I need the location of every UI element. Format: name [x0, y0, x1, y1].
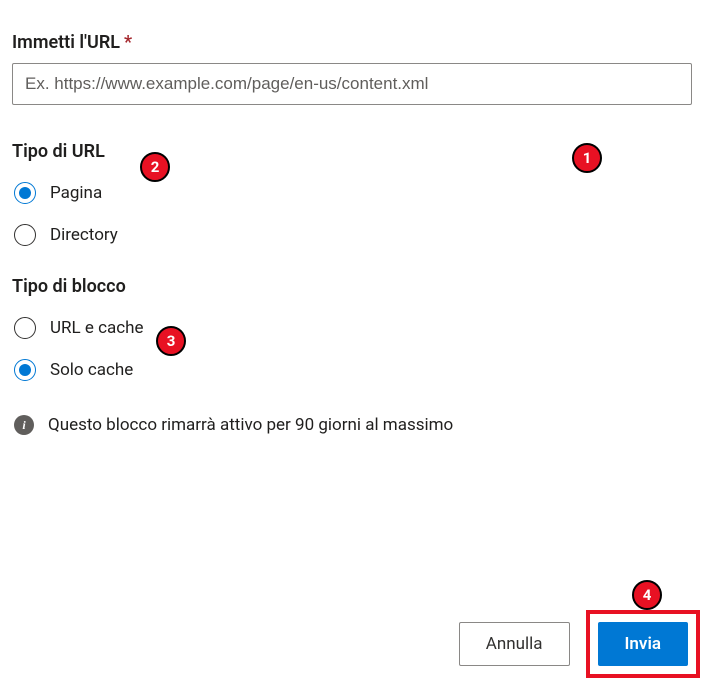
block-type-heading: Tipo di blocco — [12, 276, 700, 297]
radio-icon — [14, 317, 36, 339]
radio-icon — [14, 359, 36, 381]
block-type-heading-text: Tipo di blocco — [12, 276, 126, 297]
radio-page-label: Pagina — [50, 183, 102, 203]
callout-2: 2 — [140, 152, 170, 182]
info-icon: i — [14, 415, 34, 435]
radio-icon — [14, 224, 36, 246]
callout-4: 4 — [632, 580, 662, 610]
url-label-text: Immetti l'URL — [12, 32, 120, 53]
radio-cache-only[interactable]: Solo cache — [14, 359, 700, 381]
url-type-heading-text: Tipo di URL — [12, 141, 105, 162]
block-type-radio-group: URL e cache Solo cache — [12, 317, 700, 381]
callout-1: 1 — [572, 143, 602, 173]
url-type-radio-group: Pagina Directory — [12, 182, 700, 246]
required-mark: * — [124, 32, 132, 53]
url-input[interactable] — [12, 63, 692, 105]
radio-directory[interactable]: Directory — [14, 224, 700, 246]
info-row: i Questo blocco rimarrà attivo per 90 gi… — [12, 415, 700, 435]
url-field-label: Immetti l'URL * — [12, 32, 700, 53]
url-input-wrapper: 1 — [12, 63, 700, 105]
callout-3: 3 — [156, 326, 186, 356]
radio-url-and-cache[interactable]: URL e cache — [14, 317, 700, 339]
block-type-section: Tipo di blocco URL e cache Solo cache — [12, 276, 700, 381]
info-text: Questo blocco rimarrà attivo per 90 gior… — [48, 415, 453, 435]
radio-cache-only-label: Solo cache — [50, 360, 133, 380]
dialog-footer: Annulla Invia — [459, 610, 700, 678]
radio-url-and-cache-label: URL e cache — [50, 318, 144, 338]
radio-directory-label: Directory — [50, 225, 118, 245]
cancel-button[interactable]: Annulla — [459, 622, 570, 666]
submit-highlight: Invia — [586, 610, 700, 678]
radio-icon — [14, 182, 36, 204]
submit-button[interactable]: Invia — [598, 622, 688, 666]
radio-page[interactable]: Pagina — [14, 182, 700, 204]
